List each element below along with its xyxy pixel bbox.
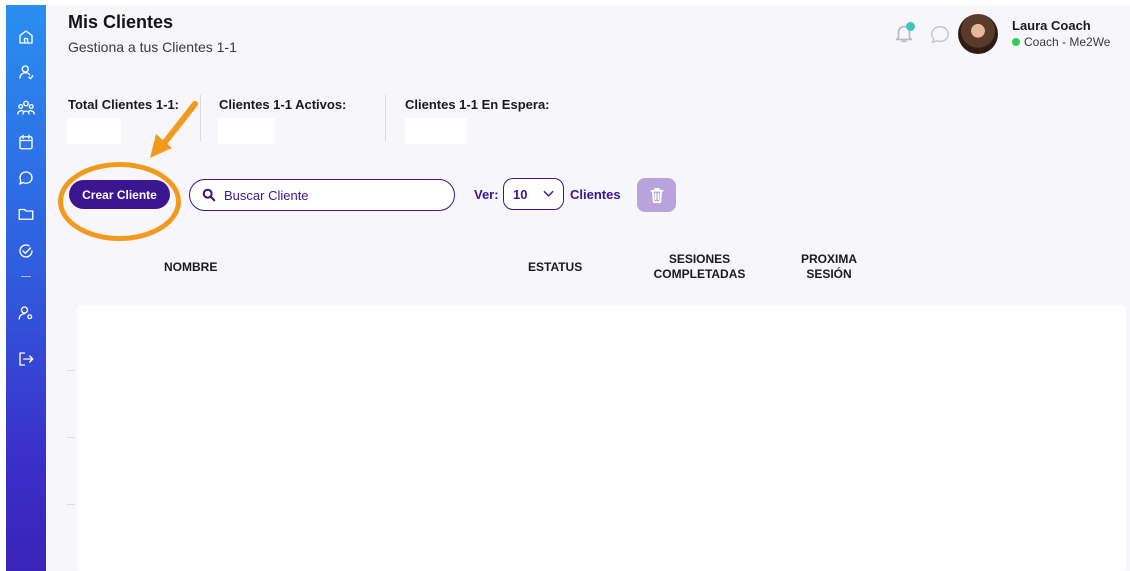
- chat-icon[interactable]: [16, 168, 36, 188]
- per-page-value: 10: [513, 186, 528, 202]
- logout-icon[interactable]: [16, 349, 36, 369]
- stat-divider: [385, 95, 386, 141]
- online-status-dot: [1012, 38, 1020, 46]
- user-role-label: Coach - Me2We: [1024, 35, 1111, 49]
- clients-table: [77, 305, 1126, 571]
- row-divider: [67, 504, 75, 505]
- stat-waiting-label: Clientes 1-1 En Espera:: [405, 97, 550, 112]
- row-divider: [67, 437, 75, 438]
- notification-bell-icon[interactable]: [893, 22, 915, 44]
- sidebar: [6, 5, 46, 571]
- delete-button[interactable]: [637, 178, 676, 212]
- highlight-arrow: [150, 101, 198, 158]
- user-icon[interactable]: [16, 62, 36, 82]
- page-subtitle: Gestiona a tus Clientes 1-1: [68, 39, 237, 55]
- column-header-nombre[interactable]: NOMBRE: [164, 260, 217, 275]
- column-header-sesiones[interactable]: SESIONES COMPLETADAS: [652, 252, 747, 282]
- check-circle-icon[interactable]: [16, 241, 36, 261]
- stat-active-label: Clientes 1-1 Activos:: [219, 97, 347, 112]
- user-settings-icon[interactable]: [16, 303, 36, 323]
- notification-dot: [906, 22, 915, 31]
- row-divider: [67, 370, 75, 371]
- calendar-icon[interactable]: [16, 132, 36, 152]
- user-role: Coach - Me2We: [1012, 35, 1110, 49]
- search-box: [189, 179, 455, 211]
- per-page-label: Ver:: [474, 187, 499, 202]
- per-page-select[interactable]: 10: [503, 178, 564, 210]
- stat-waiting-value: [405, 118, 467, 144]
- user-name: Laura Coach: [1012, 18, 1091, 33]
- create-client-button[interactable]: Crear Cliente: [69, 180, 170, 209]
- folder-icon[interactable]: [16, 204, 36, 224]
- search-input[interactable]: [224, 187, 424, 203]
- sidebar-divider: [21, 276, 31, 277]
- stat-active-value: [218, 118, 275, 144]
- trash-icon: [649, 187, 664, 203]
- column-header-proxima-sesion[interactable]: PROXIMA SESIÓN: [796, 252, 862, 282]
- avatar[interactable]: [958, 14, 998, 54]
- column-header-estatus[interactable]: ESTATUS: [528, 260, 582, 275]
- group-icon[interactable]: [16, 98, 36, 118]
- per-page-suffix: Clientes: [570, 187, 621, 202]
- page-title: Mis Clientes: [68, 12, 174, 32]
- search-icon: [202, 188, 216, 202]
- chevron-down-icon: [543, 190, 554, 197]
- messages-icon[interactable]: [929, 24, 951, 46]
- home-icon[interactable]: [16, 27, 36, 47]
- stat-total-value: [67, 118, 121, 144]
